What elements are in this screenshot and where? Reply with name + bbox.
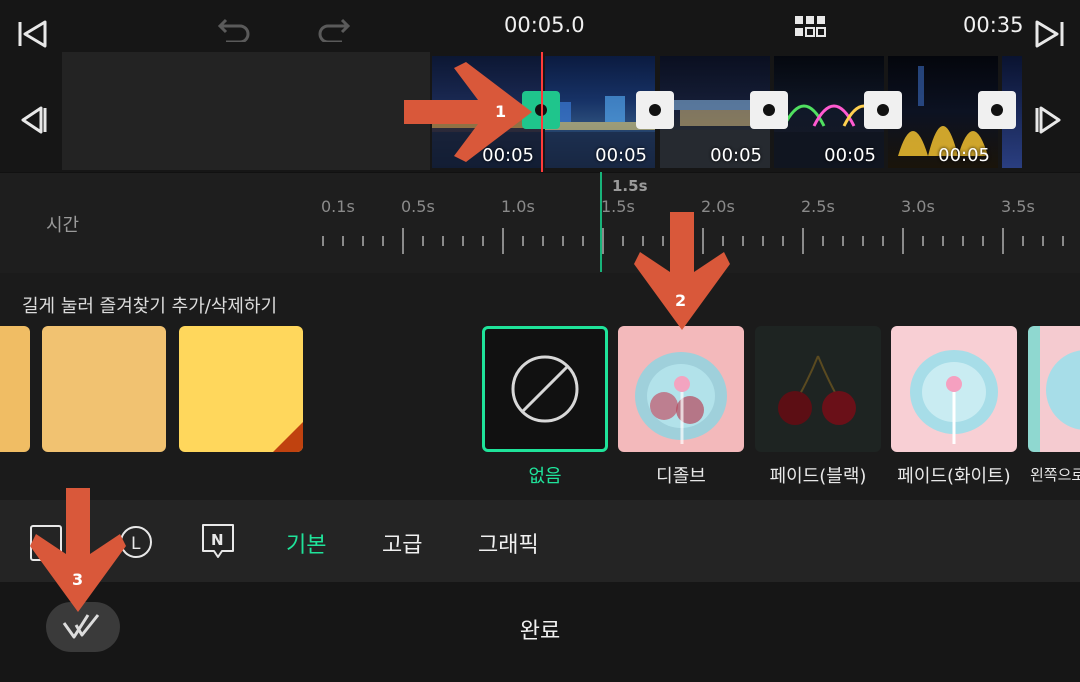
ruler-tick xyxy=(522,236,524,246)
current-time: 00:05.0 xyxy=(504,13,585,37)
effect-fade-black-card[interactable] xyxy=(755,326,881,452)
clip-duration: 00:05 xyxy=(710,145,762,166)
transition-button[interactable] xyxy=(750,91,788,129)
ruler-tick xyxy=(402,228,404,254)
annotation-number-3: 3 xyxy=(72,570,84,589)
tab-graphic[interactable]: 그래픽 xyxy=(478,527,539,559)
clip-lead-space xyxy=(62,52,430,170)
ruler-tick xyxy=(1042,236,1044,246)
ruler-tick xyxy=(422,236,424,246)
ruler-tick xyxy=(962,236,964,246)
ruler-tick xyxy=(982,236,984,246)
ruler-tick xyxy=(862,236,864,246)
tick-label: 1.5s xyxy=(601,197,635,216)
ruler-cursor-value: 1.5s xyxy=(612,177,648,195)
ruler-tick xyxy=(502,228,504,254)
svg-text:N: N xyxy=(211,531,224,549)
ruler-tick xyxy=(782,236,784,246)
annotation-number-2: 2 xyxy=(675,291,687,310)
transition-button[interactable] xyxy=(864,91,902,129)
ruler-cursor[interactable] xyxy=(600,172,602,272)
effect-fade-white-card[interactable] xyxy=(891,326,1017,452)
annotation-arrow-1 xyxy=(404,62,532,162)
effect-slide-left-card[interactable] xyxy=(1028,326,1080,452)
tick-label: 0.5s xyxy=(401,197,435,216)
ruler-tick xyxy=(382,236,384,246)
annotation-number-1: 1 xyxy=(495,102,507,121)
svg-text:L: L xyxy=(131,534,141,554)
effect-label: 없음 xyxy=(528,466,562,487)
skip-to-start-icon[interactable] xyxy=(14,16,50,52)
color-preset-tile[interactable] xyxy=(42,326,166,452)
ruler-tick xyxy=(622,236,624,246)
tick-label: 3.0s xyxy=(901,197,935,216)
ruler-tick xyxy=(822,236,824,246)
ruler-tick xyxy=(1022,236,1024,246)
redo-icon[interactable] xyxy=(314,12,354,44)
tab-basic[interactable]: 기본 xyxy=(286,527,326,559)
tick-label: 1.0s xyxy=(501,197,535,216)
ruler-tick xyxy=(742,236,744,246)
annotation-arrow-2 xyxy=(634,212,730,330)
ruler-tick xyxy=(602,228,604,254)
done-button[interactable]: 완료 xyxy=(0,613,1080,645)
none-icon xyxy=(511,355,579,423)
tick-label: 0.1s xyxy=(321,197,355,216)
annotation-arrow-3 xyxy=(30,488,126,612)
total-time: 00:35 xyxy=(963,13,1024,37)
grid-view-icon[interactable] xyxy=(794,14,828,40)
color-preset-tile[interactable] xyxy=(0,326,30,452)
clip-duration: 00:05 xyxy=(938,145,990,166)
ruler-tick xyxy=(462,236,464,246)
ruler-row-label: 시간 xyxy=(46,215,80,236)
effect-label: 페이드(블랙) xyxy=(769,466,867,487)
skip-to-end-icon[interactable] xyxy=(1032,16,1068,52)
ruler-tick xyxy=(762,236,764,246)
undo-icon[interactable] xyxy=(214,12,254,44)
transition-dot-icon xyxy=(649,104,661,116)
favorites-hint: 길게 눌러 즐겨찾기 추가/삭제하기 xyxy=(22,296,278,317)
transition-dot-icon xyxy=(877,104,889,116)
transition-dot-icon xyxy=(991,104,1003,116)
ruler-tick xyxy=(922,236,924,246)
tab-advanced[interactable]: 고급 xyxy=(382,527,422,559)
duration-ruler[interactable] xyxy=(0,172,1080,273)
ruler-tick xyxy=(902,228,904,254)
effect-none-card[interactable] xyxy=(482,326,608,452)
playhead[interactable] xyxy=(541,52,543,172)
transition-button[interactable] xyxy=(978,91,1016,129)
clip-duration: 00:05 xyxy=(595,145,647,166)
ruler-tick xyxy=(1002,228,1004,254)
ruler-tick xyxy=(582,236,584,246)
ruler-tick xyxy=(842,236,844,246)
effect-label: 디졸브 xyxy=(656,466,706,487)
color-preset-tile[interactable] xyxy=(179,326,303,452)
ruler-tick xyxy=(802,228,804,254)
tick-label: 3.5s xyxy=(1001,197,1035,216)
ruler-tick xyxy=(342,236,344,246)
ruler-tick xyxy=(882,236,884,246)
tick-label: 2.5s xyxy=(801,197,835,216)
new-badge-icon[interactable]: N xyxy=(200,522,236,562)
ruler-tick xyxy=(1062,236,1064,246)
ruler-tick xyxy=(542,236,544,246)
previous-frame-icon[interactable] xyxy=(14,102,50,138)
tab-bar xyxy=(0,500,1080,582)
ruler-tick xyxy=(482,236,484,246)
ruler-tick xyxy=(362,236,364,246)
ruler-tick xyxy=(562,236,564,246)
ruler-tick xyxy=(942,236,944,246)
transition-dot-icon xyxy=(763,104,775,116)
effect-dissolve-card[interactable] xyxy=(618,326,744,452)
next-frame-icon[interactable] xyxy=(1032,102,1068,138)
effect-label: 페이드(화이트) xyxy=(897,466,1011,487)
effect-label: 왼쪽으로 xyxy=(1030,466,1080,484)
clip-duration: 00:05 xyxy=(824,145,876,166)
ruler-tick xyxy=(442,236,444,246)
ruler-tick xyxy=(322,236,324,246)
transition-button[interactable] xyxy=(636,91,674,129)
